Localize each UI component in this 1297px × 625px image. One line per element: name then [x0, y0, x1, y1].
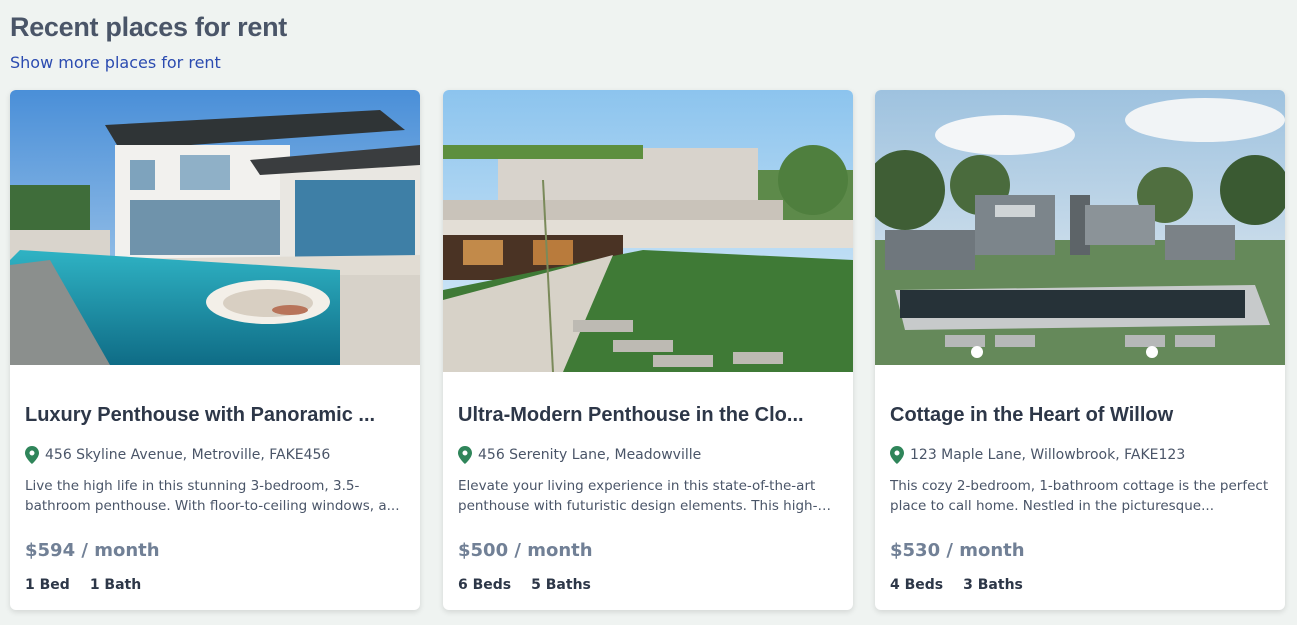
beds-count: 1 Bed: [25, 577, 70, 593]
beds-count: 4 Beds: [890, 577, 944, 593]
address-text: 456 Skyline Avenue, Metroville, FAKE456: [45, 447, 331, 463]
listing-photo-pool-villa[interactable]: [10, 90, 420, 365]
listing-card[interactable]: Cottage in the Heart of Willow 123 Maple…: [875, 90, 1285, 610]
listing-price: $594 / month: [25, 540, 160, 561]
location-pin-icon: [890, 446, 904, 464]
baths-count: 3 Baths: [963, 577, 1023, 593]
listing-features: 4 Beds 3 Baths: [890, 577, 1023, 593]
address-text: 123 Maple Lane, Willowbrook, FAKE123: [910, 447, 1186, 463]
beds-count: 6 Beds: [458, 577, 512, 593]
listing-price: $500 / month: [458, 540, 593, 561]
address-text: 456 Serenity Lane, Meadowville: [478, 447, 702, 463]
location-pin-icon: [25, 446, 39, 464]
listing-photo-cottage[interactable]: [875, 90, 1285, 365]
listing-description: Live the high life in this stunning 3-be…: [25, 478, 400, 514]
section-heading: Recent places for rent: [10, 12, 287, 42]
listing-address: 123 Maple Lane, Willowbrook, FAKE123: [890, 446, 1270, 464]
location-pin-icon: [458, 446, 472, 464]
listing-features: 6 Beds 5 Baths: [458, 577, 591, 593]
listing-features: 1 Bed 1 Bath: [25, 577, 141, 593]
listing-title[interactable]: Cottage in the Heart of Willow: [890, 404, 1270, 427]
listing-title[interactable]: Luxury Penthouse with Panoramic ...: [25, 404, 405, 427]
listing-card[interactable]: Ultra-Modern Penthouse in the Clo... 456…: [443, 90, 853, 610]
listing-title[interactable]: Ultra-Modern Penthouse in the Clo...: [458, 404, 838, 427]
recent-rentals-section: Recent places for rent Show more places …: [0, 0, 1297, 625]
listing-price: $530 / month: [890, 540, 1025, 561]
listing-description: Elevate your living experience in this s…: [458, 478, 818, 514]
baths-count: 5 Baths: [531, 577, 591, 593]
listing-photo-modern-house[interactable]: [443, 90, 853, 372]
listing-address: 456 Serenity Lane, Meadowville: [458, 446, 838, 464]
listing-description: This cozy 2-bedroom, 1-bathroom cottage …: [890, 478, 1269, 514]
show-more-link[interactable]: Show more places for rent: [10, 53, 221, 72]
listing-card[interactable]: Luxury Penthouse with Panoramic ... 456 …: [10, 90, 420, 610]
baths-count: 1 Bath: [89, 577, 142, 593]
listing-address: 456 Skyline Avenue, Metroville, FAKE456: [25, 446, 405, 464]
